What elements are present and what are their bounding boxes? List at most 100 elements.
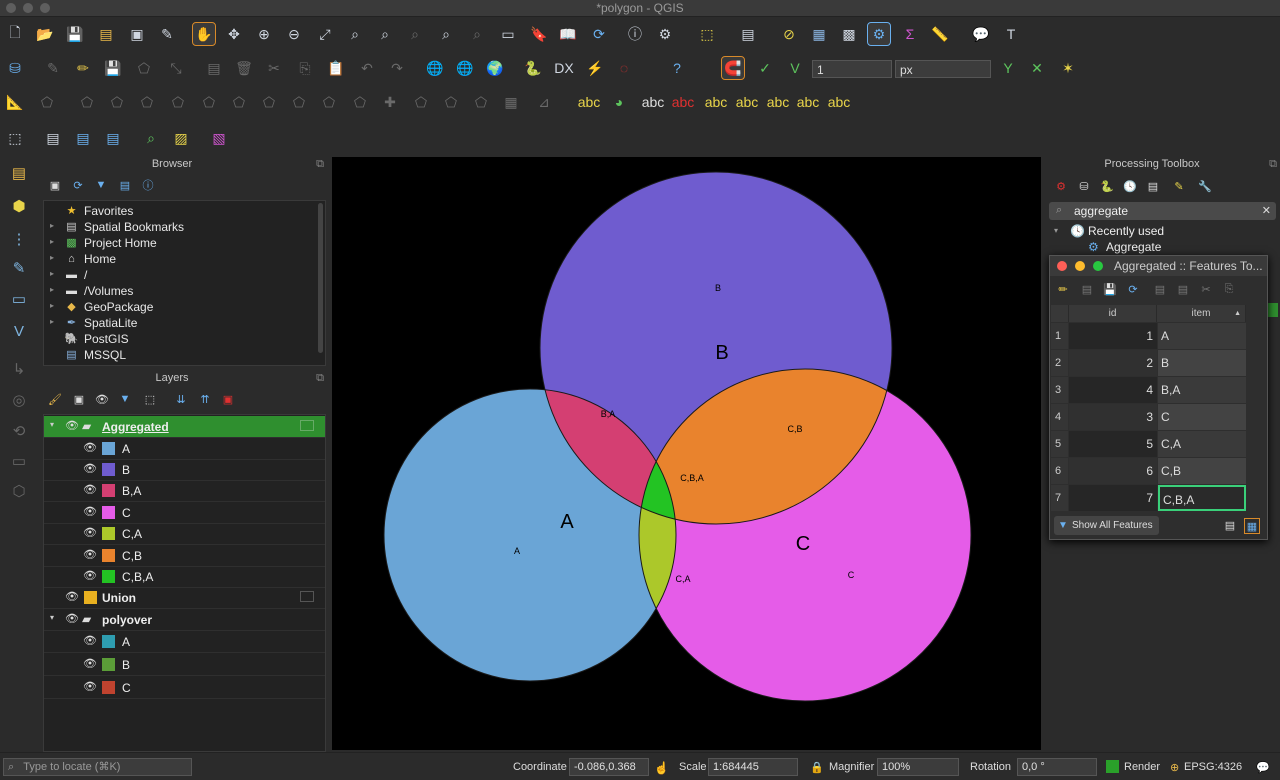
lock-icon[interactable]: 🔒: [810, 761, 824, 774]
redo-icon[interactable]: ↷: [386, 57, 408, 79]
visibility-eye-icon[interactable]: 👁: [83, 680, 97, 693]
browser-item-project-home[interactable]: ▸ ▩ Project Home: [44, 235, 314, 251]
table-view-icon[interactable]: ▦: [1244, 518, 1260, 534]
expand-all-icon[interactable]: ⇊: [174, 392, 188, 406]
zoom-last-icon[interactable]: ⌕: [435, 23, 457, 45]
show-hide-labels-icon[interactable]: abc: [672, 91, 695, 113]
visibility-eye-icon[interactable]: 👁: [83, 526, 97, 539]
messages-icon[interactable]: 💬: [1256, 761, 1270, 774]
layers-float-icon[interactable]: ⧉: [313, 371, 327, 385]
browser-item-volumes[interactable]: ▸ ▬/Volumes: [44, 283, 314, 299]
gps-icon[interactable]: ⚡: [584, 57, 606, 79]
collapse-all-icon[interactable]: ⇈: [198, 392, 212, 406]
add-delimited-text-icon[interactable]: ⋮: [8, 228, 30, 250]
style-manager-icon[interactable]: ✎: [156, 23, 178, 45]
style-icon[interactable]: 🖌: [48, 392, 62, 406]
show-all-features-button[interactable]: ▼ Show All Features: [1054, 516, 1159, 535]
coordinate-field[interactable]: -0.086,0.368: [569, 758, 649, 776]
layer-indicator-icon[interactable]: [300, 420, 314, 431]
form-view-icon[interactable]: ▤: [1223, 518, 1237, 532]
topological-editing-icon[interactable]: Y: [997, 57, 1019, 79]
visibility-eye-icon[interactable]: 👁: [83, 548, 97, 561]
run-action-icon[interactable]: ⚙: [654, 23, 676, 45]
rotate-label-icon[interactable]: abc: [736, 91, 759, 113]
delete-selected-icon[interactable]: 🗑: [233, 57, 255, 79]
record-icon[interactable]: ◌: [613, 57, 635, 79]
trace-icon[interactable]: ✶: [1057, 57, 1079, 79]
edit-features-icon[interactable]: ✎: [1172, 179, 1186, 193]
minimize-window-button[interactable]: [1075, 261, 1085, 271]
visibility-eye-icon[interactable]: 👁: [83, 505, 97, 518]
highlight-pinned-labels-icon[interactable]: abc: [828, 91, 851, 113]
collapse-arrow-icon[interactable]: ▾: [50, 613, 54, 622]
map-canvas[interactable]: A B C A B C B,A C,B C,A C,B,A: [332, 157, 1041, 750]
text-annotation-icon[interactable]: T: [1000, 23, 1022, 45]
zoom-native-icon[interactable]: ⌕: [404, 23, 426, 45]
table-row[interactable]: 43C: [1051, 404, 1246, 430]
histogram-icon[interactable]: ▧: [208, 127, 230, 149]
add-layer-icon[interactable]: ▤: [8, 162, 30, 184]
change-label-icon[interactable]: abc: [767, 91, 790, 113]
fill-ring-icon[interactable]: ⬠: [198, 91, 220, 113]
data-source-manager-icon[interactable]: ⛁: [4, 57, 26, 79]
legend-item-polyover-c[interactable]: 👁 C: [44, 677, 325, 699]
wms-icon[interactable]: 🌐: [424, 57, 446, 79]
locator-icon[interactable]: ⌕: [140, 127, 162, 149]
visibility-eye-icon[interactable]: 👁: [83, 462, 97, 475]
add-group-icon[interactable]: ▣: [72, 392, 86, 406]
merge-features-icon[interactable]: ⬠: [410, 91, 432, 113]
multi-edit-icon[interactable]: ▤: [1080, 282, 1094, 296]
collapse-arrow-icon[interactable]: ▾: [1054, 226, 1058, 235]
new-project-icon[interactable]: 🗋: [4, 23, 26, 45]
visibility-eye-icon[interactable]: 👁: [83, 634, 97, 647]
show-bookmarks-icon[interactable]: 📖: [557, 23, 579, 45]
zoom-out-icon[interactable]: ⊖: [283, 23, 305, 45]
legend-item-c[interactable]: 👁 C: [44, 502, 325, 524]
reload-icon[interactable]: ⟳: [1126, 282, 1140, 296]
browser-info-icon[interactable]: ⓘ: [141, 178, 155, 192]
browser-item-spatial-bookmarks[interactable]: ▸ ▤ Spatial Bookmarks: [44, 219, 314, 235]
copy-icon[interactable]: ⎘: [1222, 282, 1236, 296]
remove-layer-icon[interactable]: ▣: [221, 392, 235, 406]
crs-label[interactable]: EPSG:4326: [1184, 761, 1242, 773]
rotate-point-icon[interactable]: ⬠: [470, 91, 492, 113]
bookmark-icon[interactable]: 🔖: [528, 23, 550, 45]
open-project-icon[interactable]: 📂: [34, 23, 56, 45]
snap-units-select[interactable]: px: [895, 60, 991, 78]
expand-arrow-icon[interactable]: ▸: [50, 253, 54, 262]
toggle-editing-icon[interactable]: ✏: [72, 57, 94, 79]
add-ring-icon[interactable]: ⬠: [136, 91, 158, 113]
table-row[interactable]: 5 5 C,A: [1051, 431, 1246, 457]
snap-segment-icon[interactable]: V: [784, 57, 806, 79]
pan-to-selection-icon[interactable]: ✥: [223, 23, 245, 45]
browser-refresh-icon[interactable]: ⟳: [71, 178, 85, 192]
identify-icon[interactable]: ⓘ: [624, 23, 646, 45]
save-edits-icon[interactable]: 💾: [102, 57, 124, 79]
algorithm-aggregate[interactable]: Aggregate: [1106, 240, 1161, 254]
clear-search-icon[interactable]: ✕: [1262, 204, 1271, 217]
delete-ring-icon[interactable]: ⬠: [228, 91, 250, 113]
layer-group-aggregated[interactable]: ▾ 👁 ▰ Aggregated: [44, 416, 325, 438]
column-header-id[interactable]: id: [1069, 305, 1157, 322]
browser-item-favorites[interactable]: ★ Favorites: [44, 203, 314, 219]
results-icon[interactable]: ▤: [1146, 179, 1160, 193]
save-edits-icon[interactable]: 💾: [1103, 282, 1117, 296]
browser-add-icon[interactable]: ▣: [48, 178, 62, 192]
refresh-icon[interactable]: ⟳: [588, 23, 610, 45]
dxf-export-icon[interactable]: DX: [553, 57, 575, 79]
new-layout-icon[interactable]: ▤: [42, 127, 64, 149]
legend-item-polyover-b[interactable]: 👁 B: [44, 654, 325, 676]
zoom-to-selection-icon[interactable]: ⌕: [344, 23, 366, 45]
locator-search[interactable]: ⌕ Type to locate (⌘K): [3, 758, 192, 776]
add-wms-icon[interactable]: ▭: [8, 288, 30, 310]
legend-item-ba[interactable]: 👁 B,A: [44, 480, 325, 502]
expand-arrow-icon[interactable]: ▸: [50, 221, 54, 230]
magnifier-field[interactable]: 100%: [877, 758, 959, 776]
legend-item-b[interactable]: 👁 B: [44, 459, 325, 481]
delete-part-icon[interactable]: ⬠: [258, 91, 280, 113]
split-features-icon[interactable]: ⬠: [349, 91, 371, 113]
legend-item-ca[interactable]: 👁 C,A: [44, 523, 325, 545]
move-feature-icon[interactable]: ⬠: [36, 91, 58, 113]
snap-tolerance-input[interactable]: 1: [812, 60, 892, 78]
label-tool-icon[interactable]: abc: [578, 91, 601, 113]
